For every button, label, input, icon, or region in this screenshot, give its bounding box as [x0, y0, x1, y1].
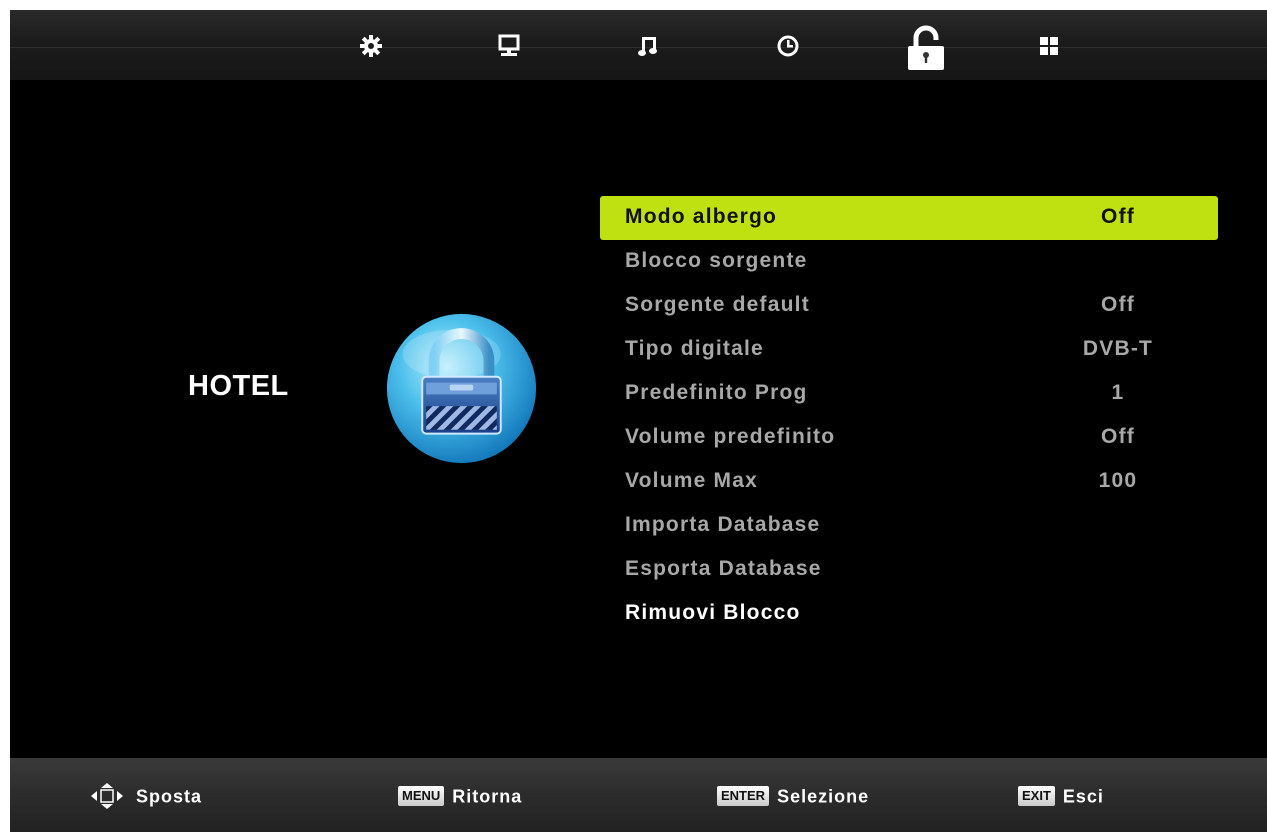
menu-item[interactable]: Rimuovi Blocco	[600, 592, 1218, 636]
menu-item-label: Blocco sorgente	[625, 249, 808, 272]
menu-item-label: Predefinito Prog	[625, 381, 808, 404]
hint-back-label: Ritorna	[452, 786, 523, 807]
menu-item-label: Esporta Database	[625, 557, 822, 580]
menu-item-value: DVB-T	[1082, 337, 1154, 360]
section-title: HOTEL	[188, 370, 289, 402]
dpad-icon	[88, 781, 126, 811]
menu-key[interactable]: MENU	[398, 786, 445, 807]
gear-icon[interactable]	[359, 34, 383, 58]
menu-item-label: Importa Database	[625, 513, 821, 536]
hint-select: ENTER Selezione	[717, 778, 869, 812]
menu-item[interactable]: Importa Database	[600, 504, 1218, 548]
menu-item[interactable]: Esporta Database	[600, 548, 1218, 592]
enter-key[interactable]: ENTER	[717, 786, 770, 807]
top-tab-bar	[10, 10, 1267, 80]
menu-item[interactable]: Volume predefinito Off	[600, 416, 1218, 460]
grid-icon[interactable]	[1037, 34, 1061, 58]
hotel-menu: Modo albergo Off Blocco sorgente Sorgente d…	[600, 196, 1218, 636]
menu-item-label: Rimuovi Blocco	[625, 601, 801, 624]
hint-select-label: Selezione	[777, 786, 870, 807]
menu-item[interactable]: Blocco sorgente	[600, 240, 1218, 284]
hint-move: Sposta	[88, 778, 202, 812]
menu-item-value: Off	[1101, 293, 1135, 316]
menu-item-label: Sorgente default	[625, 293, 810, 316]
monitor-icon[interactable]	[497, 34, 521, 58]
exit-key[interactable]: EXIT	[1018, 786, 1055, 807]
bottom-hint-bar: Sposta MENU Ritorna ENTER Selezione EXIT Es…	[10, 758, 1267, 832]
hint-move-label: Sposta	[136, 786, 203, 807]
menu-item-value: Off	[1101, 205, 1135, 228]
tv-screen: HOTEL Modo albergo Off Blocco sorgente S…	[10, 10, 1267, 832]
music-note-icon[interactable]	[636, 34, 660, 58]
clock-icon[interactable]	[776, 34, 800, 58]
menu-item-label: Volume predefinito	[625, 425, 836, 448]
menu-item[interactable]: Modo albergo Off	[600, 196, 1218, 240]
menu-item[interactable]: Tipo digitale DVB-T	[600, 328, 1218, 372]
menu-item[interactable]: Volume Max 100	[600, 460, 1218, 504]
hint-back: MENU Ritorna	[398, 778, 522, 812]
menu-item-label: Volume Max	[625, 469, 758, 492]
menu-item-label: Modo albergo	[625, 205, 778, 228]
menu-item-label: Tipo digitale	[625, 337, 764, 360]
lock-icon[interactable]	[904, 24, 948, 72]
menu-item[interactable]: Predefinito Prog 1	[600, 372, 1218, 416]
menu-item-value: 100	[1098, 469, 1138, 492]
padlock-icon	[383, 310, 540, 467]
hint-exit: EXIT Esci	[1018, 778, 1104, 812]
hint-exit-label: Esci	[1062, 786, 1104, 807]
menu-item-value: 1	[1111, 381, 1125, 404]
menu-item[interactable]: Sorgente default Off	[600, 284, 1218, 328]
menu-item-value: Off	[1101, 425, 1135, 448]
